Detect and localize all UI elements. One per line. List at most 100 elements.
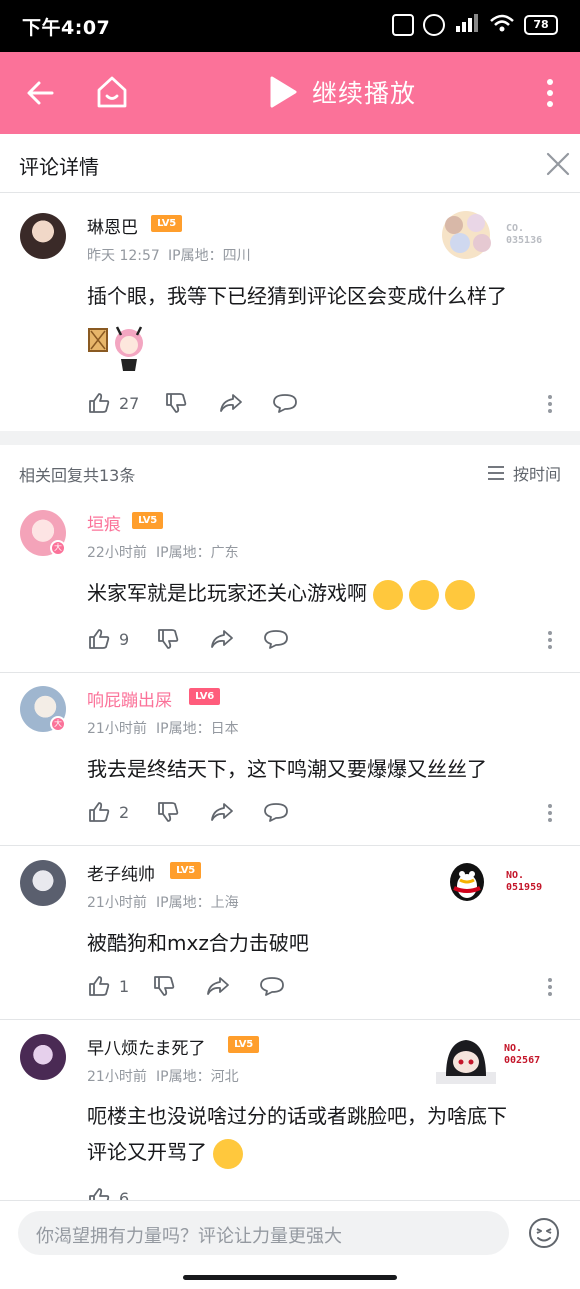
level-badge: LV5 <box>170 862 201 879</box>
avatar[interactable] <box>20 1034 66 1080</box>
wifi-icon <box>489 12 515 38</box>
comment-time: 21小时前 <box>87 721 147 737</box>
thumbs-down-icon[interactable] <box>152 974 176 998</box>
avatar[interactable] <box>20 860 66 906</box>
vip-badge-icon: 大 <box>50 716 66 732</box>
emoji-crying-laugh-icon <box>213 1138 243 1169</box>
username[interactable]: 琳恩巴 <box>87 213 138 238</box>
divider <box>0 672 580 673</box>
fan-badge-label: CO. <box>506 223 525 234</box>
comment-time: 22小时前 <box>87 545 147 561</box>
like-count: 27 <box>119 393 140 413</box>
replies-header: 相关回复共13条 按时间 <box>0 445 580 497</box>
comment-text: 米家军就是比玩家还关心游戏啊 <box>87 575 475 611</box>
more-options-icon[interactable] <box>547 394 553 414</box>
like-count: 1 <box>119 976 130 996</box>
thumbs-down-icon[interactable] <box>156 800 180 824</box>
divider <box>0 1019 580 1020</box>
like-count: 2 <box>119 802 130 822</box>
ip-location: IP属地：四川 <box>168 248 251 264</box>
emoji-star-eyes-icon <box>445 579 475 610</box>
app-bar: 继续播放 <box>0 52 580 134</box>
like-button[interactable]: 2 <box>87 800 129 824</box>
like-button[interactable]: 9 <box>87 627 129 651</box>
battery-icon: 78 <box>524 15 558 35</box>
reply-icon[interactable] <box>272 391 298 415</box>
share-icon[interactable] <box>209 800 235 824</box>
share-icon[interactable] <box>218 391 244 415</box>
like-count: 9 <box>119 629 130 649</box>
home-indicator <box>183 1275 397 1280</box>
status-bar: 下午4:07 78 <box>0 0 580 52</box>
more-options-icon[interactable] <box>547 803 553 823</box>
section-divider <box>0 431 580 445</box>
comment-text: 被酷狗和mxz合力击破吧 <box>87 931 309 955</box>
penguin-badge-icon <box>450 863 484 901</box>
page-title: 评论详情 <box>19 155 99 179</box>
comment-text-line2: 评论又开骂了 <box>87 1134 243 1170</box>
more-options-icon[interactable] <box>547 977 553 997</box>
comment-text-body: 米家军就是比玩家还关心游戏啊 <box>87 581 367 605</box>
ip-location: IP属地：广东 <box>156 545 239 561</box>
thumbs-down-icon[interactable] <box>156 627 180 651</box>
share-icon[interactable] <box>205 974 231 998</box>
more-menu-icon[interactable] <box>538 76 562 110</box>
avatar[interactable] <box>20 213 66 259</box>
comment-time: 昨天 12:57 <box>87 248 160 264</box>
username[interactable]: 老子纯帅 <box>87 860 155 885</box>
continue-play-button[interactable]: 继续播放 <box>268 74 416 110</box>
username[interactable]: 早八烦たま死了 <box>87 1034 206 1059</box>
comment-time: 21小时前 <box>87 1069 147 1085</box>
sort-icon <box>487 466 504 480</box>
thumbs-down-icon[interactable] <box>164 391 188 415</box>
comment-text: 呃楼主也没说啥过分的话或者跳脸吧，为啥底下 <box>87 1104 507 1128</box>
level-badge: LV5 <box>151 215 182 232</box>
main-comment: 琳恩巴 LV5 昨天 12:57 IP属地：四川 CO. 035136 插个眼，… <box>0 193 580 431</box>
share-icon[interactable] <box>209 627 235 651</box>
fan-badge-image <box>436 207 496 263</box>
comment-input-placeholder: 你渴望拥有力量吗？评论让力量更强大 <box>36 1226 342 1247</box>
fan-badge-image <box>436 1040 496 1084</box>
status-time: 下午4:07 <box>22 17 111 39</box>
username[interactable]: 响屁蹦出屎 <box>87 686 172 711</box>
comment-text: 插个眼，我等下已经猜到评论区会变成什么样了 <box>87 284 507 308</box>
nfc-icon <box>392 14 414 36</box>
thumbs-up-icon <box>89 629 110 649</box>
like-button[interactable]: 27 <box>87 391 139 415</box>
divider <box>0 845 580 846</box>
continue-play-label: 继续播放 <box>312 79 417 108</box>
back-arrow-icon[interactable] <box>24 74 58 112</box>
emoji-star-eyes-icon <box>409 579 439 610</box>
home-icon[interactable] <box>94 73 130 111</box>
thumbs-up-icon <box>89 393 110 413</box>
thumbs-up-icon <box>89 802 110 822</box>
more-options-icon[interactable] <box>547 630 553 650</box>
ip-location: IP属地：上海 <box>156 895 239 911</box>
sort-button[interactable]: 按时间 <box>487 461 561 485</box>
sort-label: 按时间 <box>512 465 561 484</box>
fan-badge-label: NO. <box>506 870 525 881</box>
thumbs-up-icon <box>89 976 110 996</box>
reply-icon[interactable] <box>259 974 285 998</box>
reply-icon[interactable] <box>263 627 289 651</box>
like-button[interactable]: 1 <box>87 974 129 998</box>
fan-badge-number: 035136 <box>506 235 543 246</box>
comment-detail-header: 评论详情 <box>0 134 580 193</box>
emoji-star-eyes-icon <box>373 579 403 610</box>
close-icon[interactable] <box>544 150 572 178</box>
fan-badge-number: 002567 <box>504 1055 541 1066</box>
emoji-picker-icon[interactable] <box>528 1217 560 1249</box>
reply-icon[interactable] <box>263 800 289 824</box>
signal-icon <box>454 12 480 38</box>
ip-location: IP属地：日本 <box>156 721 239 737</box>
sticker-image <box>87 317 151 373</box>
level-badge: LV6 <box>189 688 220 705</box>
comment-time: 21小时前 <box>87 895 147 911</box>
alarm-icon <box>423 14 445 36</box>
comment-input[interactable]: 你渴望拥有力量吗？评论让力量更强大 <box>18 1211 509 1255</box>
username[interactable]: 垣痕 <box>87 510 121 535</box>
level-badge: LV5 <box>228 1036 259 1053</box>
ip-location: IP属地：河北 <box>156 1069 239 1085</box>
play-icon <box>270 76 297 108</box>
reply-count: 相关回复共13条 <box>19 466 136 485</box>
